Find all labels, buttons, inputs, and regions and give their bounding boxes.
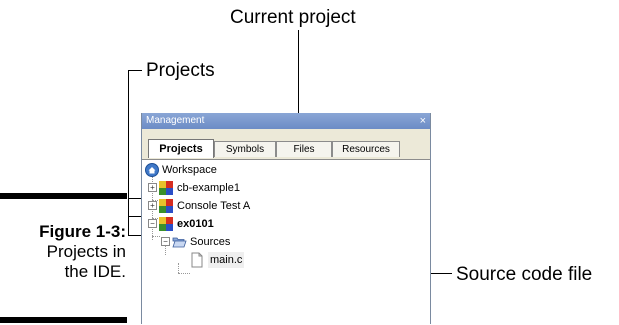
projects-leader-top bbox=[128, 70, 142, 71]
tab-projects[interactable]: Projects bbox=[148, 139, 214, 158]
figure-number: Figure 1-3: bbox=[39, 222, 126, 241]
tree-label-project-2: Console Test A bbox=[177, 200, 251, 212]
collapse-icon[interactable]: − bbox=[161, 237, 170, 246]
tree-label-project-1: cb-example1 bbox=[177, 182, 240, 194]
panel-titlebar: Management × bbox=[142, 113, 430, 129]
caption-bar-bottom bbox=[0, 317, 127, 323]
callout-projects: Projects bbox=[146, 60, 215, 81]
management-panel: Management × Projects Symbols Files Reso… bbox=[141, 113, 431, 325]
project-icon bbox=[159, 199, 173, 213]
expand-icon[interactable]: + bbox=[148, 201, 157, 210]
callout-current-project: Current project bbox=[230, 7, 356, 28]
tree-connector-3 bbox=[152, 236, 160, 237]
caption-line-1: Projects in bbox=[46, 242, 126, 261]
tab-symbols[interactable]: Symbols bbox=[214, 141, 276, 157]
tree-label-sources: Sources bbox=[190, 236, 231, 248]
workspace-icon bbox=[145, 163, 159, 177]
tree-connector-file-h bbox=[178, 273, 190, 274]
tree-connector-sources bbox=[165, 245, 166, 255]
file-icon bbox=[190, 252, 204, 268]
collapse-icon[interactable]: − bbox=[148, 219, 157, 228]
caption-line-2: the IDE. bbox=[64, 262, 126, 281]
project-tree: Workspace + cb-example1 + Console Test A… bbox=[142, 159, 430, 325]
folder-open-icon bbox=[172, 235, 187, 249]
callout-source-code-file: Source code file bbox=[456, 264, 593, 285]
tab-resources[interactable]: Resources bbox=[332, 141, 400, 157]
project-icon bbox=[159, 217, 173, 231]
caption-bar-top bbox=[0, 193, 127, 199]
tree-label-workspace: Workspace bbox=[162, 164, 217, 176]
tree-connector-file-v bbox=[178, 263, 179, 273]
close-icon[interactable]: × bbox=[420, 113, 426, 129]
tree-label-main-c: main.c bbox=[208, 252, 245, 268]
tree-label-project-3: ex0101 bbox=[177, 218, 214, 230]
panel-title: Management bbox=[146, 115, 205, 126]
projects-leader-vertical bbox=[128, 70, 129, 236]
tab-files[interactable]: Files bbox=[276, 141, 332, 157]
project-icon bbox=[159, 181, 173, 195]
figure-caption: Figure 1-3: Projects in the IDE. bbox=[39, 222, 126, 282]
panel-tabstrip: Projects Symbols Files Resources bbox=[142, 129, 430, 159]
expand-icon[interactable]: + bbox=[148, 183, 157, 192]
